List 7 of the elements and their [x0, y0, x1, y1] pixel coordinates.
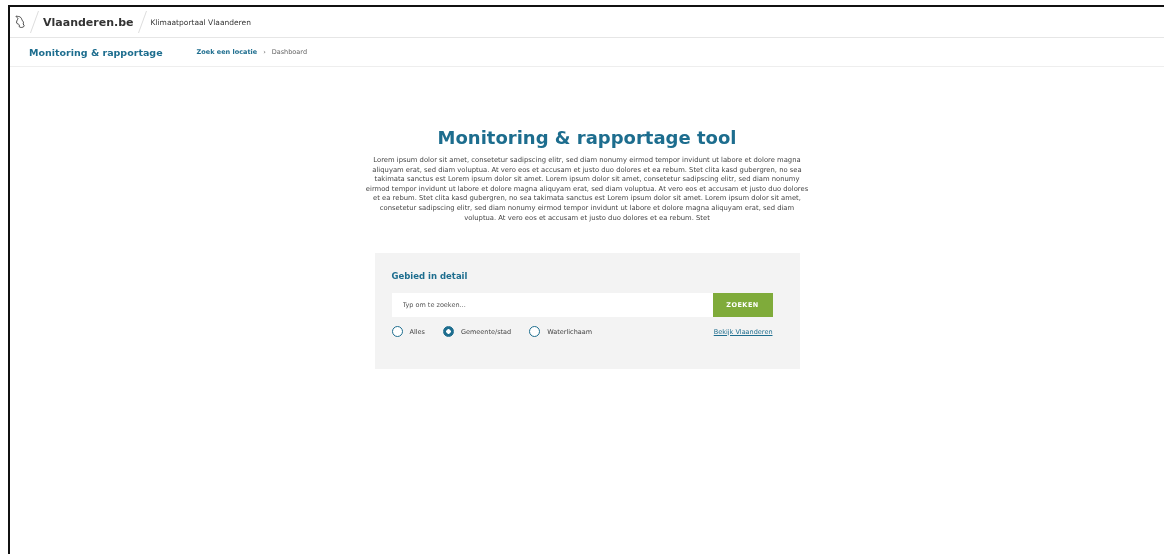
page-title: Monitoring & rapportage tool — [437, 127, 737, 148]
radio-button[interactable] — [442, 326, 454, 338]
radio-button[interactable] — [529, 326, 541, 338]
card-title: Gebied in detail — [391, 271, 469, 282]
radio-button[interactable] — [391, 326, 403, 338]
brand-name[interactable]: Vlaanderen.be — [43, 15, 134, 29]
section-title[interactable]: Monitoring & rapportage — [29, 46, 163, 58]
